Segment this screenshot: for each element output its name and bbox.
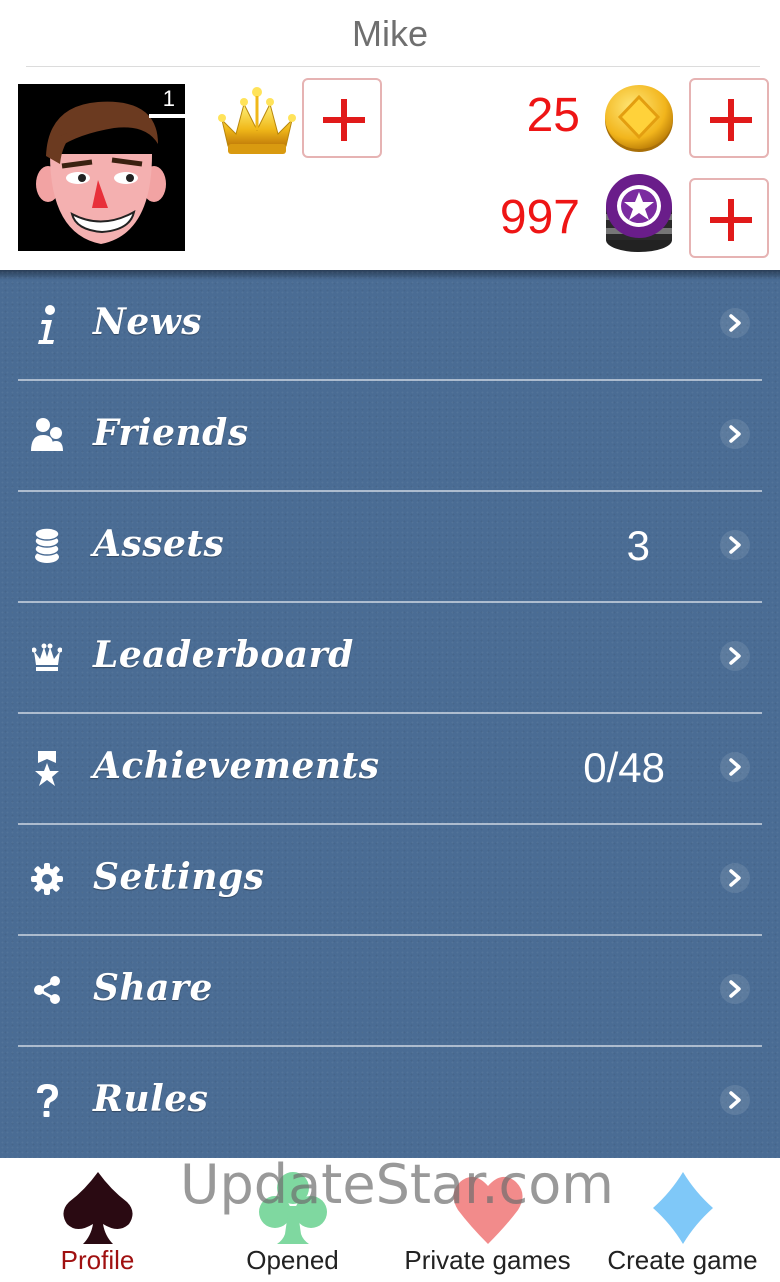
crown-icon: [28, 637, 66, 677]
heart-icon: [452, 1170, 524, 1251]
menu-item-news[interactable]: News: [0, 270, 780, 381]
menu-label: Leaderboard: [93, 634, 354, 676]
avatar-face-icon: [18, 84, 185, 251]
crown-icon[interactable]: [218, 86, 296, 156]
username-title: Mike: [351, 13, 428, 54]
info-icon: [28, 304, 66, 344]
menu-item-friends[interactable]: Friends: [0, 381, 780, 492]
main-menu: News Friends Assets 3 Leaderboard Achiev…: [0, 270, 780, 1158]
menu-label: Achievements: [93, 745, 380, 787]
menu-item-share[interactable]: Share: [0, 936, 780, 1047]
chips-value: 997: [499, 191, 580, 244]
tab-profile[interactable]: Profile: [0, 1158, 195, 1282]
spade-icon: [62, 1170, 133, 1251]
coins-stack-icon: [28, 526, 66, 566]
tab-label: Private games: [404, 1245, 571, 1275]
chevron-right-icon: [720, 752, 750, 782]
menu-item-achievements[interactable]: Achievements 0/48: [0, 714, 780, 825]
ribbon-star-icon: [28, 748, 66, 788]
tab-label: Create game: [607, 1245, 758, 1275]
menu-label: Rules: [93, 1078, 209, 1120]
avatar[interactable]: 1: [18, 84, 185, 251]
menu-item-settings[interactable]: Settings: [0, 825, 780, 936]
menu-label: Share: [93, 967, 213, 1009]
question-icon: [28, 1081, 66, 1121]
menu-item-assets[interactable]: Assets 3: [0, 492, 780, 603]
friends-icon: [28, 415, 66, 455]
menu-label: Settings: [93, 856, 265, 898]
chevron-right-icon: [720, 863, 750, 893]
level-number: 1: [162, 86, 175, 111]
chevron-right-icon: [720, 530, 750, 560]
add-chips-plus-button[interactable]: [689, 178, 769, 258]
gear-icon: [28, 859, 66, 899]
chevron-right-icon: [720, 641, 750, 671]
menu-label: Friends: [93, 412, 249, 454]
chevron-right-icon: [720, 419, 750, 449]
tab-private-games[interactable]: Private games: [390, 1158, 585, 1282]
tab-label: Opened: [246, 1245, 339, 1275]
bottom-tab-bar: Profile Opened Private games Create game: [0, 1158, 780, 1282]
add-coins-plus-button[interactable]: [689, 78, 769, 158]
menu-item-rules[interactable]: Rules: [0, 1047, 780, 1158]
menu-label: News: [93, 301, 203, 343]
chevron-right-icon: [720, 308, 750, 338]
menu-item-leaderboard[interactable]: Leaderboard: [0, 603, 780, 714]
tab-create-game[interactable]: Create game: [585, 1158, 780, 1282]
menu-label: Assets: [93, 523, 225, 565]
level-bar: [149, 114, 185, 118]
app-screen: Mike 1 25 997 News Friends Assets 3 Lead…: [0, 0, 780, 1282]
share-icon: [28, 970, 66, 1010]
menu-value: 3: [626, 522, 650, 569]
menu-value: 0/48: [583, 744, 665, 791]
chevron-right-icon: [720, 1085, 750, 1115]
gold-coin-icon: [602, 83, 676, 153]
buy-crown-plus-button[interactable]: [302, 78, 382, 158]
header-divider: [26, 66, 760, 67]
poker-chip-icon: [602, 170, 676, 256]
tab-label: Profile: [60, 1245, 135, 1275]
diamond-icon: [651, 1170, 715, 1251]
tab-opened[interactable]: Opened: [195, 1158, 390, 1282]
coins-value: 25: [526, 89, 580, 142]
chevron-right-icon: [720, 974, 750, 1004]
club-icon: [257, 1170, 329, 1251]
